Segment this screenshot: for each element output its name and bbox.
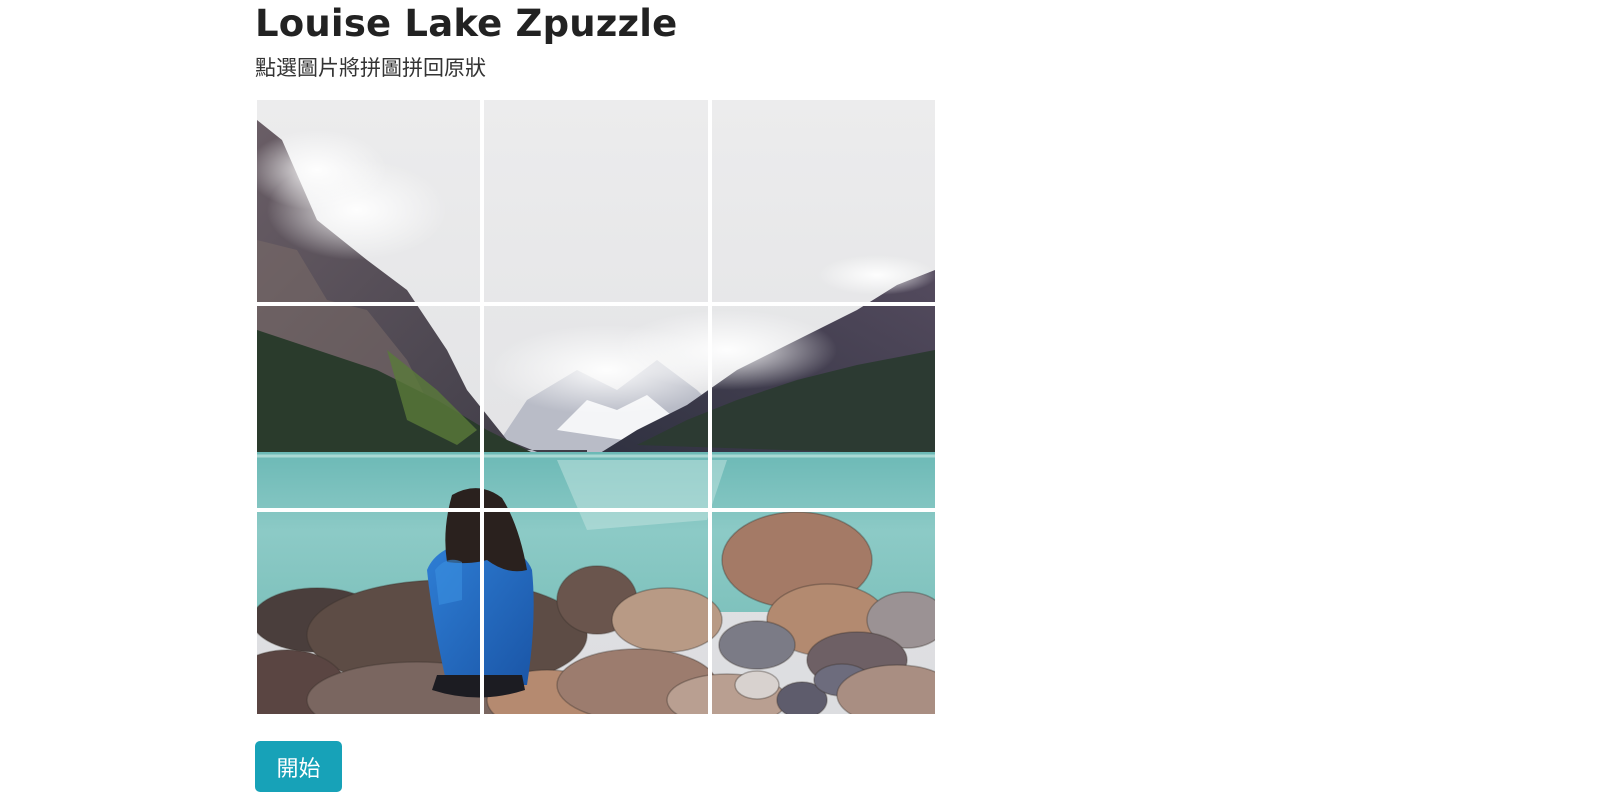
puzzle-tile-1[interactable]	[257, 100, 481, 302]
puzzle-tile-8[interactable]	[484, 512, 708, 714]
landscape-photo-slice	[711, 512, 935, 714]
landscape-photo-slice	[484, 100, 708, 302]
puzzle-tile-5[interactable]	[484, 306, 708, 508]
landscape-photo-slice	[257, 512, 481, 714]
puzzle-tile-6[interactable]	[711, 306, 935, 508]
page-container: Louise Lake Zpuzzle 點選圖片將拼圖拼回原狀 開始	[255, 0, 955, 792]
puzzle-tile-9[interactable]	[711, 512, 935, 714]
landscape-photo-slice	[484, 306, 708, 508]
puzzle-tile-4[interactable]	[257, 306, 481, 508]
landscape-photo-slice	[484, 512, 708, 714]
puzzle-tile-7[interactable]	[257, 512, 481, 714]
start-button[interactable]: 開始	[255, 741, 342, 792]
puzzle-tile-3[interactable]	[711, 100, 935, 302]
landscape-photo-slice	[257, 306, 481, 508]
landscape-photo-slice	[711, 306, 935, 508]
instruction-text: 點選圖片將拼圖拼回原狀	[255, 56, 486, 80]
puzzle-board	[255, 98, 937, 716]
landscape-photo-slice	[711, 100, 935, 302]
page-title: Louise Lake Zpuzzle	[255, 2, 678, 45]
landscape-photo-slice	[257, 100, 481, 302]
puzzle-tile-2[interactable]	[484, 100, 708, 302]
